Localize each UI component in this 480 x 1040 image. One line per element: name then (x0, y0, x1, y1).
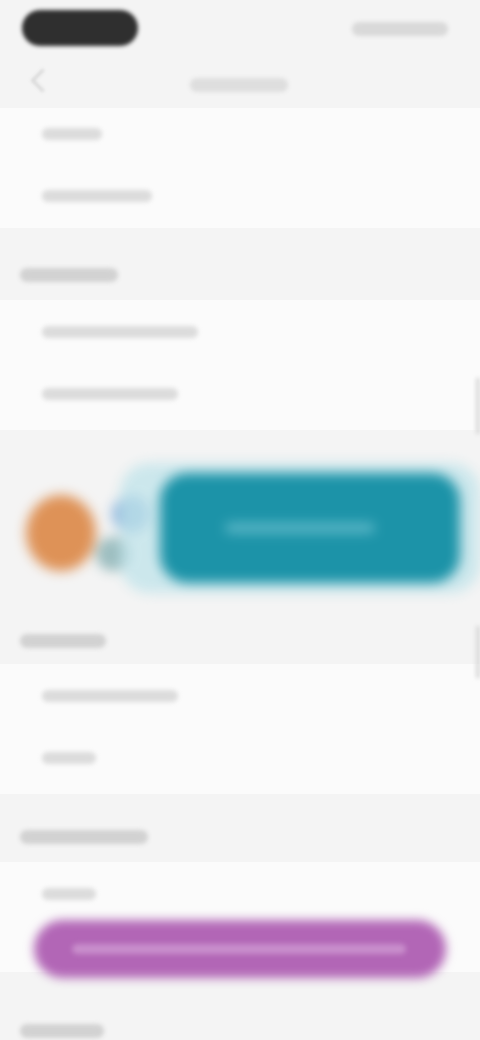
orange-shape-icon (26, 495, 96, 571)
section-header-2 (20, 268, 118, 282)
settings-item-6[interactable] (42, 752, 96, 764)
settings-item-7[interactable] (42, 888, 96, 900)
settings-screen (0, 0, 480, 1040)
back-arrow-icon[interactable] (30, 68, 55, 93)
status-time-pill (22, 10, 138, 46)
settings-item-1[interactable] (42, 128, 102, 140)
settings-item-4[interactable] (42, 388, 178, 400)
page-title (190, 78, 288, 92)
settings-group-1 (0, 108, 480, 228)
section-header-5 (20, 1024, 104, 1038)
promo-banner (0, 455, 480, 605)
settings-item-2[interactable] (42, 190, 152, 202)
settings-group-3 (0, 664, 480, 794)
section-header-4 (20, 830, 148, 844)
scroll-edge-lower (476, 626, 480, 678)
settings-item-3[interactable] (42, 326, 198, 338)
section-header-3 (20, 634, 106, 648)
settings-item-5[interactable] (42, 690, 178, 702)
primary-cta-label (72, 944, 406, 954)
status-icons (352, 22, 448, 36)
promo-button-label (225, 523, 375, 533)
scroll-edge-upper (476, 378, 480, 434)
settings-group-2 (0, 300, 480, 430)
